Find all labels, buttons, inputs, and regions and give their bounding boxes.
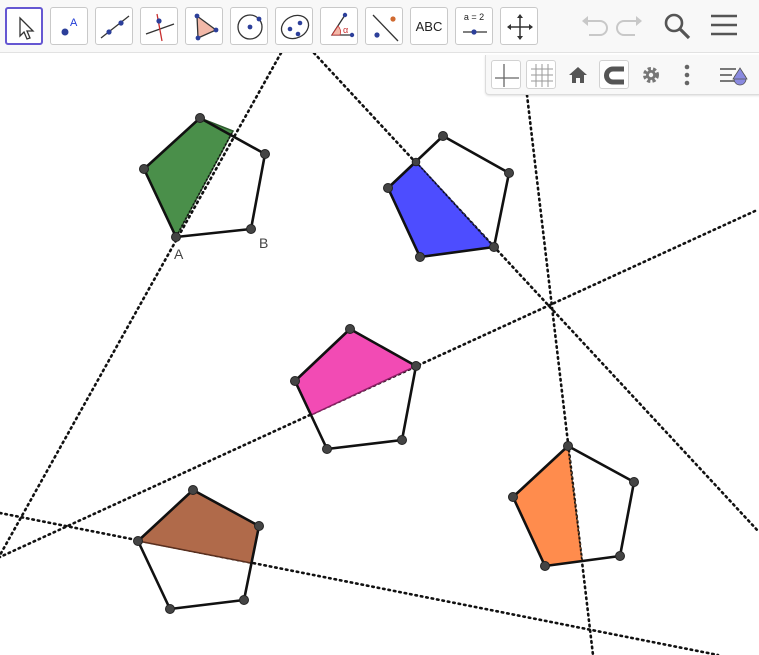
more-icon [684,64,690,86]
main-menu-button[interactable] [708,11,740,41]
move-cursor-icon [19,16,35,40]
perpendicular-tool-button[interactable] [140,7,178,45]
point[interactable] [629,477,639,487]
point[interactable] [508,492,518,502]
pentagon-green[interactable] [142,116,267,239]
standard-view-button[interactable] [563,60,593,89]
polygon-fill-pink[interactable] [294,328,418,416]
move-graphics-tool-button[interactable] [500,7,538,45]
redo-button[interactable] [614,11,646,41]
point-capturing-button[interactable] [599,60,629,89]
settings-button[interactable] [636,60,666,89]
slider-icon [463,29,487,35]
point-a[interactable] [171,232,181,242]
point[interactable] [188,485,198,495]
view-menu-button[interactable] [718,60,748,89]
point[interactable] [165,604,175,614]
line-tool-button[interactable] [95,7,133,45]
dotted-line[interactable] [312,53,759,534]
point[interactable] [195,113,205,123]
ellipse-icon [280,14,310,40]
line-icon [100,15,130,39]
magnet-icon [604,66,624,85]
graphics-style-bar [485,55,759,95]
point[interactable] [411,361,421,371]
svg-text:A: A [70,17,78,29]
slider-tool-button[interactable]: a = 2 [455,7,493,45]
point[interactable] [383,183,393,193]
search-icon [664,13,691,40]
point-label-b: B [259,235,268,251]
point[interactable] [139,164,149,174]
graphics-view[interactable]: A B [0,53,759,655]
pentagon-orange[interactable] [511,444,636,568]
pentagon-brown[interactable] [136,488,261,611]
more-options-button[interactable] [672,60,702,89]
search-button[interactable] [661,11,693,41]
grid-icon [531,64,553,87]
point[interactable] [290,376,300,386]
point[interactable] [563,441,573,451]
polygon-fill-green[interactable] [143,117,235,239]
point-label-a: A [174,246,184,262]
point[interactable] [322,444,332,454]
circle-center-icon [237,14,263,40]
reflect-about-line-icon [372,14,399,42]
home-icon [569,67,587,83]
axes-icon [495,64,519,87]
text-icon: ABC [415,18,443,34]
move-tool-button[interactable] [5,7,43,45]
pentagon-pink[interactable] [293,327,418,451]
angle-icon: α [330,12,355,38]
point[interactable] [260,149,270,159]
reflect-tool-button[interactable] [365,7,403,45]
point-b[interactable] [246,224,256,234]
point[interactable] [504,168,514,178]
angle-tool-button[interactable]: α [320,7,358,45]
polygon-icon [194,13,219,41]
polygon-fill-brown[interactable] [136,489,260,564]
point[interactable] [489,242,499,252]
dotted-line[interactable] [0,511,720,655]
redo-icon [616,16,642,36]
point[interactable] [239,595,249,605]
point-icon: A [61,17,78,36]
perpendicular-line-icon [145,13,175,42]
dotted-line[interactable] [525,93,595,655]
svg-text:α: α [343,25,348,35]
point[interactable] [438,131,448,141]
main-toolbar: A α ABC a = 2 [0,0,759,53]
toggle-grid-button[interactable] [526,60,556,89]
circle-tool-button[interactable] [230,7,268,45]
pentagon-blue[interactable] [386,134,511,259]
point[interactable] [540,561,550,571]
point[interactable] [411,157,421,167]
point-tool-button[interactable]: A [50,7,88,45]
view-menu-icon [720,67,748,86]
move-graphics-view-icon [507,14,533,40]
point[interactable] [415,252,425,262]
polygon-fill-blue[interactable] [387,160,496,258]
settings-icon [643,67,659,83]
point[interactable] [254,521,264,531]
dotted-line[interactable] [0,53,283,557]
polygon-tool-button[interactable] [185,7,223,45]
point[interactable] [615,551,625,561]
point[interactable] [345,324,355,334]
conic-tool-button[interactable] [275,7,313,45]
toggle-axes-button[interactable] [491,60,521,89]
point[interactable] [397,435,407,445]
undo-button[interactable] [578,11,610,41]
point[interactable] [133,536,143,546]
text-tool-button[interactable]: ABC [410,7,448,45]
undo-icon [582,16,608,36]
menu-icon [711,14,737,36]
